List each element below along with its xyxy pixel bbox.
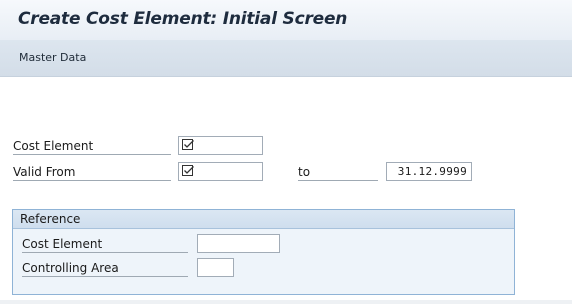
cost-element-input[interactable] bbox=[178, 136, 263, 155]
valid-from-input[interactable] bbox=[178, 162, 263, 181]
master-data-button[interactable]: Master Data bbox=[19, 51, 86, 64]
reference-group-title: Reference bbox=[20, 212, 81, 226]
valid-from-label-underline bbox=[13, 180, 171, 181]
controlling-area-input[interactable] bbox=[197, 258, 234, 277]
cost-element-label: Cost Element bbox=[13, 139, 94, 153]
page-title: Create Cost Element: Initial Screen bbox=[18, 9, 348, 29]
application-toolbar: Master Data bbox=[0, 40, 572, 77]
reference-cost-element-input[interactable] bbox=[197, 234, 280, 253]
reference-cost-element-underline bbox=[22, 252, 188, 253]
required-entry-checkbox-icon bbox=[182, 139, 194, 150]
cost-element-label-underline bbox=[13, 154, 171, 155]
required-entry-checkbox-icon bbox=[182, 165, 194, 176]
reference-cost-element-label: Cost Element bbox=[22, 237, 103, 251]
valid-to-label-underline bbox=[298, 180, 378, 181]
controlling-area-underline bbox=[22, 276, 188, 277]
valid-to-input[interactable]: 31.12.9999 bbox=[386, 162, 472, 181]
controlling-area-label: Controlling Area bbox=[22, 261, 119, 275]
valid-from-label: Valid From bbox=[13, 165, 76, 179]
reference-group-header: Reference bbox=[13, 210, 514, 229]
footer-divider bbox=[0, 300, 572, 304]
valid-to-label: to bbox=[298, 165, 311, 179]
reference-group: Reference Cost Element Controlling Area bbox=[12, 209, 515, 295]
title-bar: Create Cost Element: Initial Screen bbox=[0, 0, 572, 40]
